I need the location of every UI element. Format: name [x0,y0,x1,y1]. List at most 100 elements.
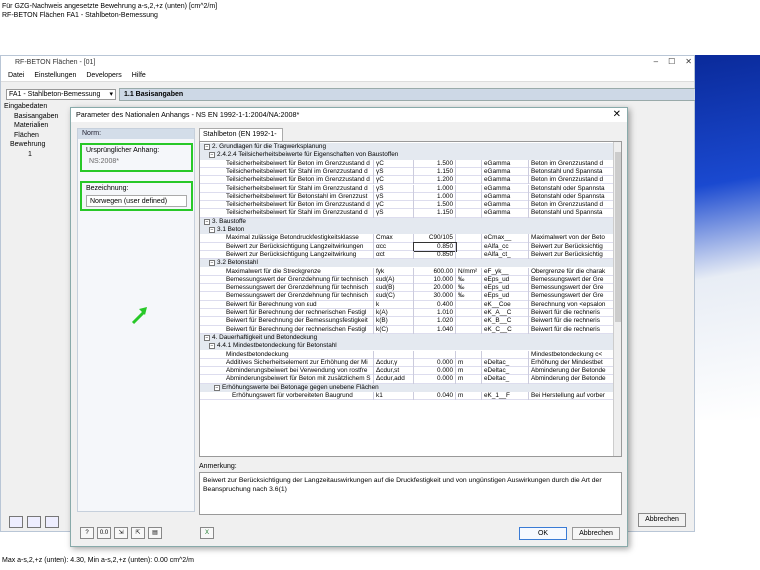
collapse-icon[interactable]: − [209,227,215,233]
scrollbar-thumb[interactable] [615,152,621,322]
collapse-icon[interactable]: − [209,343,215,350]
tree-item-flaechen[interactable]: Flächen [4,131,72,141]
param-value[interactable]: 1.040 [414,325,456,334]
tree-item-materialien[interactable]: Materialien [4,121,72,131]
section-row[interactable]: −3. Baustoffe [200,217,614,226]
tree-item-eingabedaten[interactable]: Eingabedaten [4,102,72,112]
param-id: eEps_ud [482,292,529,301]
save-icon[interactable]: ▤ [148,527,162,539]
param-value[interactable]: 1.500 [414,159,456,168]
table-row[interactable]: Bemessungswert der Grenzdehnung für tech… [200,284,614,293]
table-row[interactable]: Beiwert für Berechnung der Bemessungsfes… [200,317,614,326]
help-icon[interactable]: ? [80,527,94,539]
table-row[interactable]: Abminderungsbeiwert bei Verwendung von r… [200,367,614,376]
param-value[interactable]: 1.200 [414,176,456,185]
param-value[interactable]: 0.000 [414,367,456,376]
param-value[interactable]: 0.000 [414,375,456,384]
param-value[interactable]: 1.150 [414,209,456,218]
param-value[interactable]: 1.150 [414,167,456,177]
table-row[interactable]: Beiwert zur Berücksichtigung Langzeitwir… [200,250,614,260]
table-row[interactable]: Mindestbetondeckung Mindestbetondeckung c… [200,350,614,359]
table-row[interactable]: Beiwert für Berechnung von εud k 0.400 eK__… [200,300,614,309]
ok-button[interactable]: OK [519,527,567,540]
close-icon[interactable]: ✕ [685,57,692,66]
param-value[interactable]: 30.000 [414,292,456,301]
param-value[interactable]: 0.850 [414,250,456,260]
param-name: Teilsicherheitsbeiwert für Betonstahl im… [224,192,374,202]
section-row[interactable]: − Erhöhungswerte bei Betonage gegen unebe… [200,383,614,392]
table-row[interactable]: Bemessungswert der Grenzdehnung für tech… [200,292,614,301]
menu-hilfe[interactable]: Hilfe [132,69,146,81]
param-value[interactable]: 1.000 [414,184,456,193]
param-value[interactable]: C90/105 [414,234,456,243]
name-input[interactable]: Norwegen (user defined) [86,195,187,207]
close-icon[interactable]: ✕ [613,109,621,120]
tree-item-bewehrung[interactable]: Bewehrung [4,140,72,150]
table-row[interactable]: Teilsicherheitsbeiwert für Beton im Gren… [200,159,614,168]
param-value[interactable]: 1.000 [414,192,456,202]
param-value[interactable]: 10.000 [414,275,456,285]
section-row[interactable]: −2.4.2.4 Teilsicherheitsbeiwerte für Eig… [200,151,614,160]
table-row[interactable]: Beiwert für Berechnung der rechnerischen… [200,325,614,334]
table-row[interactable]: Additives Sicherheitselement zur Erhöhun… [200,358,614,368]
table-row[interactable]: Beiwert zur Berücksichtigung Langzeitwir… [200,241,614,252]
table-row[interactable]: Beiwert für Berechnung der rechnerischen… [200,309,614,318]
param-value[interactable] [414,350,456,359]
param-value[interactable]: 600.00 [414,267,456,276]
menu-datei[interactable]: Datei [8,69,24,81]
table-row[interactable]: Teilsicherheitsbeiwert für Betonstahl im… [200,192,614,202]
table-row[interactable]: Teilsicherheitsbeiwert für Beton im Gren… [200,176,614,185]
table-row[interactable]: Teilsicherheitsbeiwert für Beton im Gren… [200,201,614,210]
param-value[interactable]: 1.020 [414,317,456,326]
export-icon[interactable]: ⇱ [131,527,145,539]
tree-item-1[interactable]: 1 [4,150,72,160]
excel-icon[interactable]: X [200,527,214,539]
table-row[interactable]: Abminderungsbeiwert für Beton mit zusätz… [200,375,614,384]
section-row[interactable]: −3.2 Betonstahl [200,259,614,268]
collapse-icon[interactable]: − [204,218,210,225]
section-row[interactable]: −4.4.1 Mindestbetondeckung für Betonstah… [200,342,614,351]
section-row[interactable]: −3.1 Beton [200,226,614,235]
window-tab[interactable]: 1.1 Basisangaben [119,88,696,101]
table-row[interactable]: Maximal zulässige Betondruckfestigkeitsk… [200,234,614,243]
param-value[interactable]: 0.400 [414,300,456,309]
units-icon[interactable]: 0.0 [97,527,111,539]
param-value[interactable]: 1.500 [414,201,456,210]
param-value[interactable]: 0.040 [414,392,456,401]
collapse-icon[interactable]: − [204,144,210,150]
collapse-icon[interactable]: − [204,334,210,341]
param-name: Teilsicherheitsbeiwert für Stahl im Gren… [224,184,374,193]
param-value[interactable]: 20.000 [414,284,456,293]
table-row[interactable]: Bemessungswert der Grenzdehnung für tech… [200,275,614,285]
cancel-button[interactable]: Abbrechen [572,527,620,540]
help-icon[interactable] [9,516,23,528]
section-row[interactable]: −2. Grundlagen für die Tragwerksplanung [200,143,614,152]
list-icon[interactable] [45,516,59,528]
minimize-icon[interactable]: – [654,57,658,66]
table-row[interactable]: Teilsicherheitsbeiwert für Stahl im Gren… [200,184,614,193]
table-row[interactable]: Erhöhungswert für vorbereiteten Baugrund… [200,392,614,401]
menu-developers[interactable]: Developers [86,69,121,81]
collapse-icon[interactable]: − [209,260,215,267]
table-row[interactable]: Teilsicherheitsbeiwert für Stahl im Gren… [200,209,614,218]
maximize-icon[interactable]: ☐ [668,57,675,66]
import-icon[interactable]: ⇲ [114,527,128,539]
param-value[interactable]: 0.000 [414,358,456,368]
vertical-scrollbar[interactable] [613,142,621,456]
menu-einstellungen[interactable]: Einstellungen [34,69,76,81]
section-row[interactable]: −4. Dauerhaftigkeit und Betondeckung [200,333,614,343]
bg-cancel-button[interactable]: Abbrechen [638,513,686,527]
table-row[interactable]: Teilsicherheitsbeiwert für Stahl im Gren… [200,167,614,177]
table-row[interactable]: Maximalwert für die Streckgrenze fyk 600.0… [200,267,614,276]
tab-stahlbeton[interactable]: Stahlbeton (EN 1992-1-1) [199,128,283,150]
param-value[interactable]: 1.010 [414,309,456,318]
collapse-icon[interactable]: − [209,152,215,159]
case-select[interactable]: FA1 - Stahlbeton-Bemessung ▾ [6,89,116,100]
param-unit: ‰ [456,284,482,293]
param-id: eK_A__C [482,309,529,318]
arrows-icon[interactable] [27,516,41,528]
collapse-icon[interactable]: − [214,384,220,391]
tree-item-basisangaben[interactable]: Basisangaben [4,112,72,122]
section-title: −3.2 Betonstahl [207,259,607,267]
param-value[interactable]: 0.850 [413,241,457,252]
